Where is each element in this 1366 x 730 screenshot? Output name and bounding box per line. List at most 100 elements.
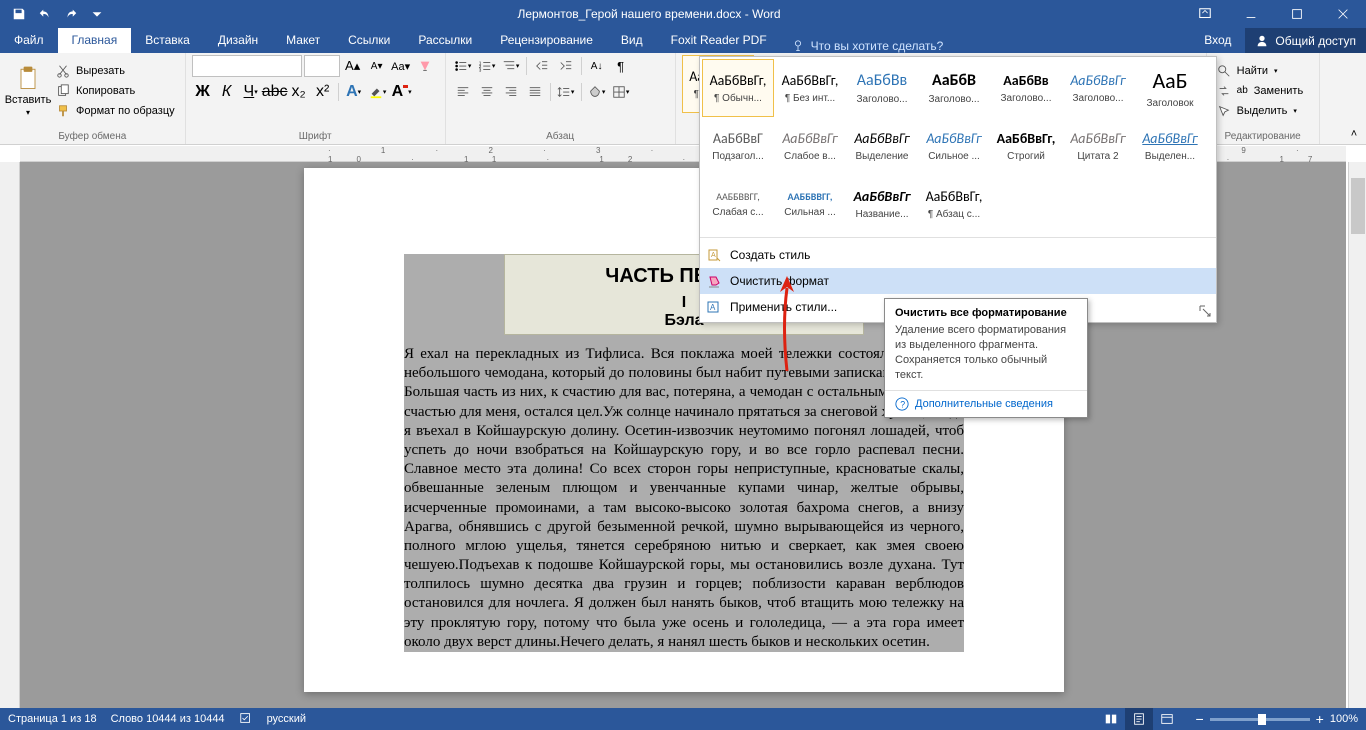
tooltip-body: Удаление всего форматирования из выделен… [885, 323, 1087, 390]
ruler-vertical[interactable] [0, 162, 20, 708]
style-item[interactable]: АаБбВЗаголово... [918, 59, 990, 117]
style-item[interactable]: АаБбВвГг,Строгий [990, 117, 1062, 175]
share-button[interactable]: Общий доступ [1245, 28, 1366, 53]
strikethrough-button[interactable]: abc [264, 81, 286, 103]
tab-file[interactable]: Файл [0, 28, 58, 53]
save-button[interactable] [8, 3, 30, 25]
multilevel-list[interactable]: ▾ [500, 55, 522, 77]
numbering-button[interactable]: 123▾ [476, 55, 498, 77]
copy-button[interactable]: Копировать [52, 82, 179, 100]
cut-button[interactable]: Вырезать [52, 62, 179, 80]
ribbon-display-options[interactable] [1182, 0, 1228, 28]
sign-in[interactable]: Вход [1190, 28, 1245, 53]
style-item[interactable]: АаБЗаголовок [1134, 59, 1206, 117]
undo-button[interactable] [34, 3, 56, 25]
zoom-in[interactable]: + [1316, 711, 1324, 727]
tab-references[interactable]: Ссылки [334, 28, 404, 53]
show-marks[interactable]: ¶ [610, 55, 632, 77]
font-size-select[interactable] [304, 55, 340, 77]
zoom-controls: − + 100% [1195, 711, 1358, 727]
borders-button[interactable]: ▾ [610, 81, 632, 103]
body-text: Я ехал на перекладных из Тифлиса. Вся по… [404, 345, 964, 652]
sort-button[interactable]: А↓ [586, 55, 608, 77]
underline-button[interactable]: Ч▾ [240, 81, 262, 103]
shading-button[interactable]: ▾ [586, 81, 608, 103]
scrollbar-thumb[interactable] [1351, 178, 1365, 234]
tab-review[interactable]: Рецензирование [486, 28, 607, 53]
collapse-ribbon[interactable]: ˄ [1346, 126, 1362, 142]
zoom-thumb[interactable] [1258, 714, 1266, 725]
find-button[interactable]: Найти▾ [1213, 62, 1313, 80]
page-status[interactable]: Страница 1 из 18 [8, 713, 97, 725]
change-case[interactable]: Aa▾ [390, 55, 412, 77]
style-item[interactable]: АаБбВвГгЦитата 2 [1062, 117, 1134, 175]
superscript-button[interactable]: x² [312, 81, 334, 103]
font-face-select[interactable] [192, 55, 302, 77]
style-item[interactable]: АаБбВвГПодзагол... [702, 117, 774, 175]
increase-font-size[interactable]: A▴ [342, 55, 364, 77]
decrease-font-size[interactable]: A▾ [366, 55, 388, 77]
tab-layout[interactable]: Макет [272, 28, 334, 53]
align-right[interactable] [500, 81, 522, 103]
proofing-icon[interactable] [239, 711, 253, 728]
word-count[interactable]: Слово 10444 из 10444 [111, 713, 225, 725]
tell-me[interactable]: Что вы хотите сделать? [781, 39, 954, 53]
line-spacing[interactable]: ▾ [555, 81, 577, 103]
clear-format-item[interactable]: Очистить формат [700, 268, 1216, 294]
select-button[interactable]: Выделить▾ [1213, 102, 1313, 120]
tab-design[interactable]: Дизайн [204, 28, 272, 53]
tooltip-clear-formatting: Очистить все форматирование Удаление все… [884, 298, 1088, 418]
redo-button[interactable] [60, 3, 82, 25]
font-color[interactable]: A▾ [391, 81, 413, 103]
zoom-slider[interactable] [1210, 718, 1310, 721]
decrease-indent[interactable] [531, 55, 553, 77]
text-effects[interactable]: A▾ [343, 81, 365, 103]
style-item[interactable]: АаБбВвЗаголово... [990, 59, 1062, 117]
maximize-button[interactable] [1274, 0, 1320, 28]
vertical-scrollbar[interactable] [1348, 162, 1366, 708]
language-status[interactable]: русский [267, 713, 306, 725]
paste-button[interactable]: Вставить ▾ [6, 55, 50, 126]
style-item[interactable]: АаБбВвГгВыделен... [1134, 117, 1206, 175]
tab-mailings[interactable]: Рассылки [404, 28, 486, 53]
bullets-button[interactable]: ▾ [452, 55, 474, 77]
read-mode-view[interactable] [1097, 708, 1125, 730]
create-style-item[interactable]: A Создать стиль [700, 242, 1216, 268]
align-justify[interactable] [524, 81, 546, 103]
align-center[interactable] [476, 81, 498, 103]
style-item[interactable]: ААББВВГГ,Сильная ... [774, 175, 846, 233]
style-item[interactable]: АаБбВвГгВыделение [846, 117, 918, 175]
web-layout-view[interactable] [1153, 708, 1181, 730]
style-item[interactable]: АаБбВвГгЗаголово... [1062, 59, 1134, 117]
tab-view[interactable]: Вид [607, 28, 657, 53]
format-painter-button[interactable]: Формат по образцу [52, 102, 179, 120]
style-item[interactable]: АаБбВвГг,¶ Абзац с... [918, 175, 990, 233]
tooltip-more-info[interactable]: ? Дополнительные сведения [885, 390, 1087, 417]
print-layout-view[interactable] [1125, 708, 1153, 730]
highlight-color[interactable]: ▾ [367, 81, 389, 103]
style-item[interactable]: АаБбВвГгСильное ... [918, 117, 990, 175]
qat-customize[interactable] [86, 3, 108, 25]
italic-button[interactable]: К [216, 81, 238, 103]
styles-launcher[interactable] [1198, 304, 1212, 318]
style-item[interactable]: АаБбВвГгНазвание... [846, 175, 918, 233]
tab-foxit[interactable]: Foxit Reader PDF [657, 28, 781, 53]
zoom-level[interactable]: 100% [1330, 713, 1358, 725]
minimize-button[interactable] [1228, 0, 1274, 28]
bold-button[interactable]: Ж [192, 81, 214, 103]
clear-formatting-icon[interactable] [414, 55, 436, 77]
increase-indent[interactable] [555, 55, 577, 77]
share-label: Общий доступ [1275, 34, 1356, 48]
zoom-out[interactable]: − [1195, 711, 1203, 727]
style-item[interactable]: АаБбВвГг,¶ Обычн... [702, 59, 774, 117]
style-item[interactable]: АаБбВвГгСлабое в... [774, 117, 846, 175]
style-item[interactable]: ААББВВГГ,Слабая с... [702, 175, 774, 233]
close-button[interactable] [1320, 0, 1366, 28]
subscript-button[interactable]: x₂ [288, 81, 310, 103]
style-item[interactable]: АаБбВвЗаголово... [846, 59, 918, 117]
tab-insert[interactable]: Вставка [131, 28, 204, 53]
style-item[interactable]: АаБбВвГг,¶ Без инт... [774, 59, 846, 117]
replace-button[interactable]: abЗаменить [1213, 82, 1313, 100]
align-left[interactable] [452, 81, 474, 103]
tab-home[interactable]: Главная [58, 28, 132, 53]
